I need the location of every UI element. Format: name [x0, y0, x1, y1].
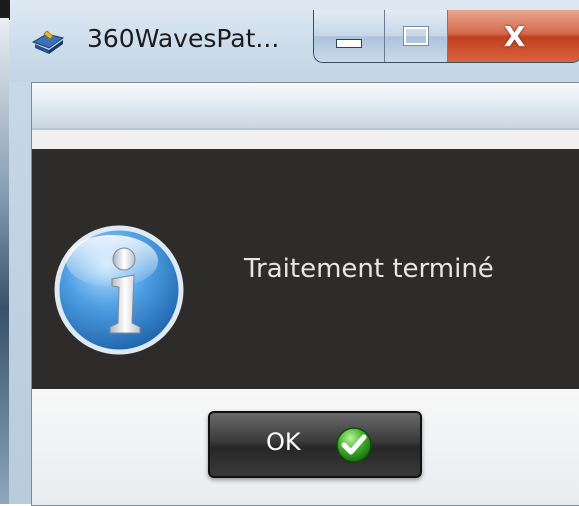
dialog-window: 360WavesPat... X Traitement terminé OK [8, 0, 579, 506]
background-window-edge [0, 18, 9, 504]
close-icon: X [503, 19, 526, 53]
close-button[interactable]: X [448, 10, 579, 62]
minimize-button[interactable] [314, 10, 385, 62]
button-bar: OK [32, 389, 579, 505]
ok-button[interactable]: OK [208, 411, 422, 478]
ok-label: OK [266, 428, 301, 456]
header-band [32, 83, 579, 130]
window-controls: X [313, 10, 579, 63]
maximize-icon [403, 26, 429, 46]
checkmark-icon [336, 427, 372, 463]
dialog-client-area: Traitement terminé OK [31, 82, 579, 506]
maximize-button[interactable] [385, 10, 448, 62]
minimize-icon [336, 38, 362, 48]
title-bar[interactable]: 360WavesPat... X [9, 0, 579, 82]
message-text: Traitement terminé [244, 254, 494, 284]
message-panel: Traitement terminé [32, 149, 579, 389]
window-title: 360WavesPat... [87, 24, 280, 53]
info-icon [54, 225, 184, 355]
app-icon [31, 30, 65, 54]
window-corner-shadow [0, 0, 10, 20]
